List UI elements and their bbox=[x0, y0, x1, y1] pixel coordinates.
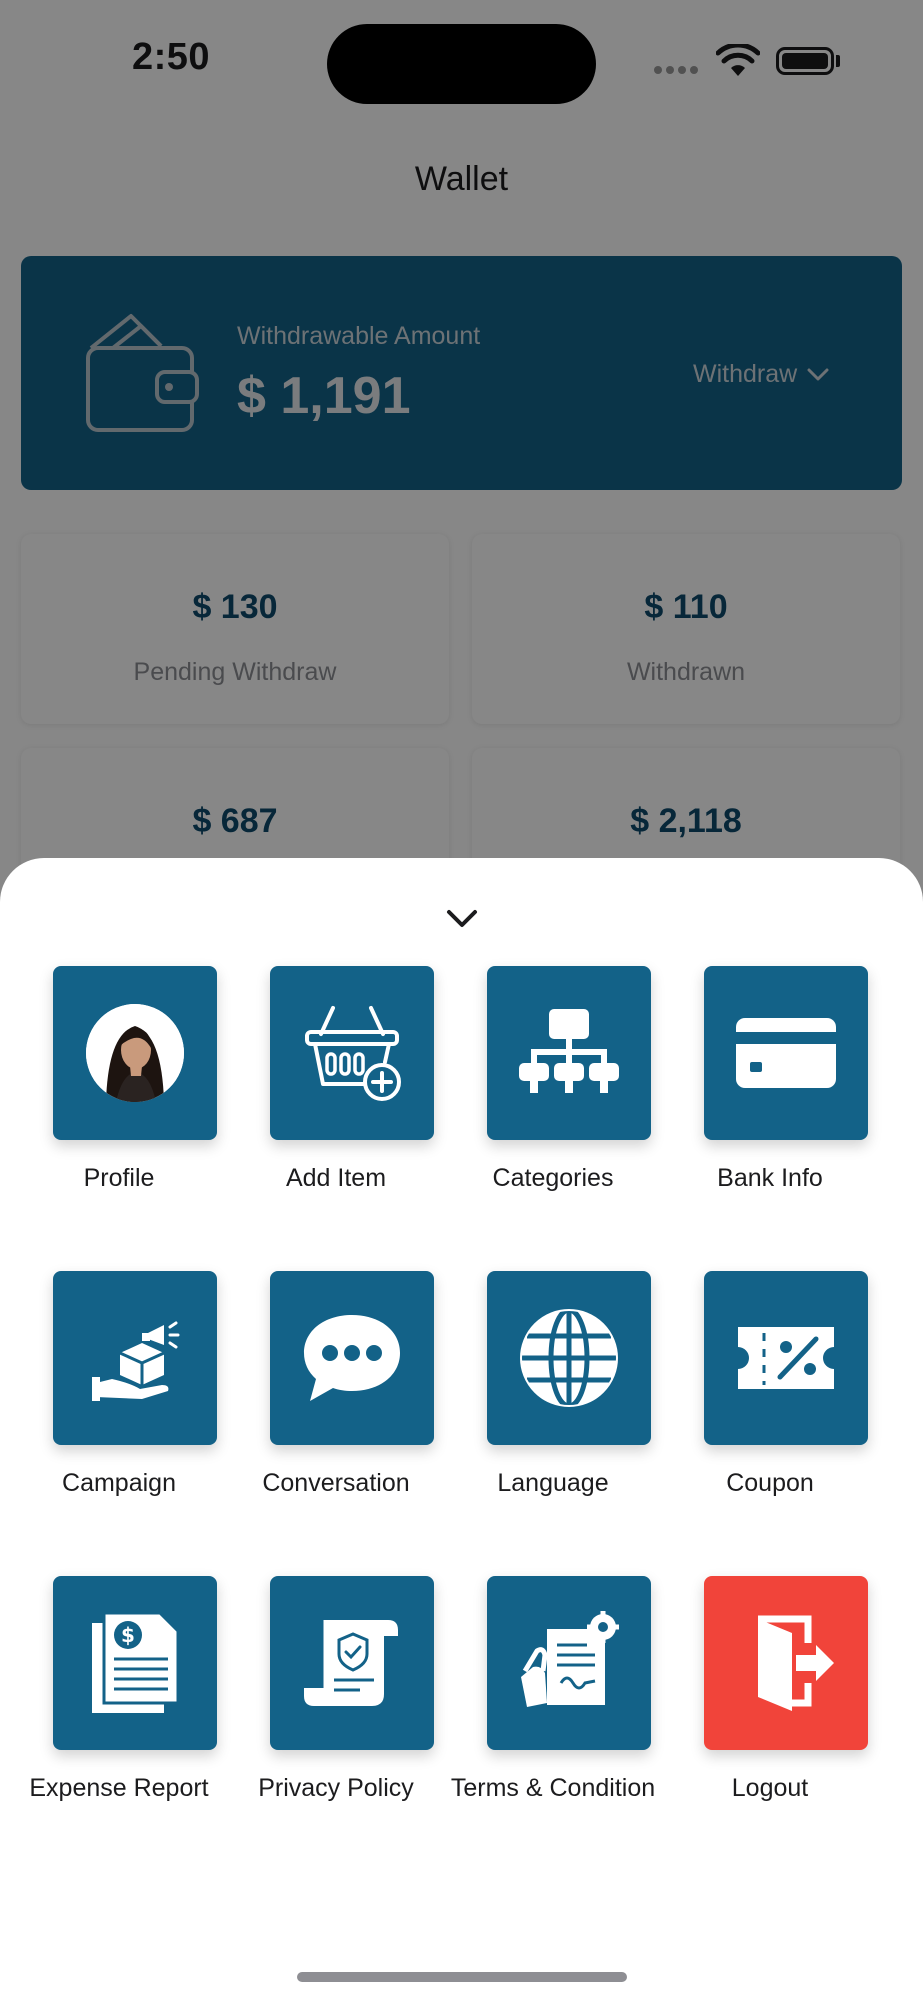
bank-info-tile bbox=[704, 966, 868, 1140]
coupon-icon bbox=[738, 1327, 834, 1389]
campaign-icon bbox=[92, 1321, 180, 1401]
collapse-chevron-icon[interactable] bbox=[445, 908, 479, 930]
coupon-tile bbox=[704, 1271, 868, 1445]
campaign-tile bbox=[53, 1271, 217, 1445]
menu-label: Add Item bbox=[285, 1164, 387, 1192]
menu-label: Coupon bbox=[726, 1469, 814, 1497]
hierarchy-icon bbox=[519, 1009, 619, 1093]
menu-label: Privacy Policy bbox=[258, 1774, 414, 1802]
logout-tile bbox=[704, 1576, 868, 1750]
menu-label: Terms & Condition bbox=[450, 1774, 656, 1802]
menu-label: Bank Info bbox=[717, 1164, 823, 1192]
terms-tile bbox=[487, 1576, 651, 1750]
profile-tile bbox=[53, 966, 217, 1140]
basket-add-icon bbox=[305, 1006, 401, 1101]
home-indicator bbox=[297, 1972, 627, 1982]
menu-label: Categories bbox=[492, 1164, 614, 1192]
expense-report-icon: $ bbox=[92, 1611, 180, 1713]
privacy-policy-icon bbox=[304, 1620, 398, 1706]
menu-label: Profile bbox=[83, 1164, 155, 1192]
menu-label: Logout bbox=[731, 1774, 809, 1802]
svg-text:$: $ bbox=[121, 1623, 135, 1647]
conversation-tile bbox=[270, 1271, 434, 1445]
menu-label: Conversation bbox=[262, 1469, 410, 1497]
credit-card-icon bbox=[736, 1018, 836, 1088]
expense-report-tile: $ bbox=[53, 1576, 217, 1750]
wallet-screen: 2:50 Wallet Withdrawable Amount $ 1,191 … bbox=[0, 0, 923, 2000]
avatar bbox=[86, 1004, 184, 1102]
menu-label: Language bbox=[497, 1469, 609, 1497]
add-item-tile bbox=[270, 966, 434, 1140]
menu-bottom-sheet: Profile Add Item Categories Bank Info Ca… bbox=[0, 858, 923, 2000]
menu-label: Campaign bbox=[62, 1469, 176, 1497]
globe-icon bbox=[520, 1307, 618, 1409]
chat-bubble-icon bbox=[304, 1315, 400, 1401]
terms-contract-icon bbox=[521, 1611, 619, 1707]
logout-icon bbox=[758, 1615, 834, 1711]
menu-label: Expense Report bbox=[29, 1774, 209, 1802]
privacy-policy-tile bbox=[270, 1576, 434, 1750]
language-tile bbox=[487, 1271, 651, 1445]
categories-tile bbox=[487, 966, 651, 1140]
